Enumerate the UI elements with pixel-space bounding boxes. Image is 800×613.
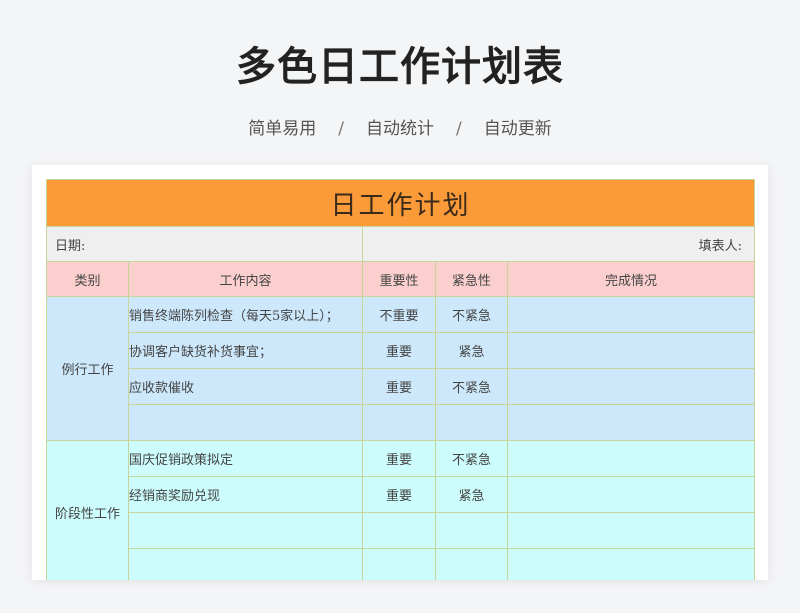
- tagline-item-2: 自动统计: [366, 119, 434, 139]
- status-cell[interactable]: [507, 476, 755, 513]
- table-row: [47, 512, 755, 549]
- column-header-content[interactable]: 工作内容: [128, 261, 363, 297]
- importance-cell[interactable]: [362, 404, 436, 441]
- category-cell[interactable]: 阶段性工作: [46, 440, 129, 580]
- content-cell[interactable]: 应收款催收: [128, 368, 363, 405]
- tagline-separator: /: [456, 119, 462, 139]
- urgency-cell[interactable]: 紧急: [435, 332, 508, 369]
- table-row: [47, 404, 755, 441]
- table-row: [47, 548, 755, 580]
- table-row: 阶段性工作 国庆促销政策拟定 重要 不紧急: [46, 440, 755, 580]
- filler-cell[interactable]: 填表人:: [362, 226, 755, 262]
- tagline: 简单易用 / 自动统计 / 自动更新: [0, 114, 800, 139]
- status-cell[interactable]: [507, 296, 755, 333]
- urgency-cell[interactable]: [435, 404, 508, 441]
- importance-cell[interactable]: 重要: [362, 440, 436, 477]
- table-row: 例行工作 销售终端陈列检查（每天5家以上）； 不重要 不紧急: [46, 296, 755, 441]
- category-cell[interactable]: 例行工作: [46, 296, 129, 441]
- status-cell[interactable]: [507, 404, 755, 441]
- status-cell[interactable]: [507, 368, 755, 405]
- column-header-importance[interactable]: 重要性: [362, 261, 436, 297]
- urgency-cell[interactable]: [435, 548, 508, 580]
- column-header-urgency[interactable]: 紧急性: [435, 261, 508, 297]
- column-header-status[interactable]: 完成情况: [507, 261, 755, 297]
- column-header-category[interactable]: 类别: [46, 261, 129, 297]
- tagline-item-3: 自动更新: [483, 119, 552, 139]
- tagline-item-1: 简单易用: [248, 119, 317, 139]
- sheet-title[interactable]: 日工作计划: [46, 179, 755, 227]
- tagline-separator: /: [338, 119, 344, 139]
- content-cell[interactable]: [128, 548, 363, 580]
- daily-plan-table: 日工作计划 日期: 填表人: 类别 工作内容 重要性 紧急性 完成情况 例行工作…: [46, 179, 755, 580]
- column-header-row: 类别 工作内容 重要性 紧急性 完成情况: [46, 261, 755, 297]
- table-row: 应收款催收 重要 不紧急: [47, 368, 755, 405]
- status-cell[interactable]: [507, 440, 755, 477]
- content-cell[interactable]: 协调客户缺货补货事宜；: [128, 332, 363, 369]
- importance-cell[interactable]: [362, 548, 436, 580]
- importance-cell[interactable]: 重要: [362, 332, 436, 369]
- importance-cell[interactable]: 不重要: [362, 296, 436, 333]
- meta-row: 日期: 填表人:: [46, 226, 755, 262]
- content-cell[interactable]: 国庆促销政策拟定: [128, 440, 363, 477]
- table-row: 协调客户缺货补货事宜； 重要 紧急: [47, 332, 755, 369]
- spreadsheet-card: 日工作计划 日期: 填表人: 类别 工作内容 重要性 紧急性 完成情况 例行工作…: [32, 165, 768, 580]
- content-cell[interactable]: 销售终端陈列检查（每天5家以上）；: [128, 296, 363, 333]
- urgency-cell[interactable]: [435, 512, 508, 549]
- status-cell[interactable]: [507, 548, 755, 580]
- content-cell[interactable]: [128, 404, 363, 441]
- page-title: 多色日工作计划表: [236, 44, 564, 90]
- urgency-cell[interactable]: 不紧急: [435, 296, 508, 333]
- importance-cell[interactable]: [362, 512, 436, 549]
- content-cell[interactable]: 经销商奖励兑现: [128, 476, 363, 513]
- urgency-cell[interactable]: 不紧急: [435, 440, 508, 477]
- table-row: 经销商奖励兑现 重要 紧急: [47, 476, 755, 513]
- status-cell[interactable]: [507, 332, 755, 369]
- sheet-title-row: 日工作计划: [46, 179, 755, 227]
- importance-cell[interactable]: 重要: [362, 368, 436, 405]
- urgency-cell[interactable]: 不紧急: [435, 368, 508, 405]
- date-cell[interactable]: 日期:: [46, 226, 363, 262]
- content-cell[interactable]: [128, 512, 363, 549]
- status-cell[interactable]: [507, 512, 755, 549]
- urgency-cell[interactable]: 紧急: [435, 476, 508, 513]
- importance-cell[interactable]: 重要: [362, 476, 436, 513]
